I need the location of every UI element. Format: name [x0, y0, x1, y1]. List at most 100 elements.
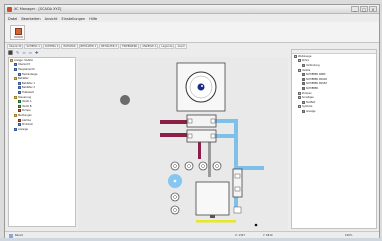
pipe-yellow	[196, 220, 236, 223]
folder-icon	[14, 77, 17, 81]
toolbox-item-icon	[298, 91, 301, 95]
vertical-sensor[interactable]	[232, 168, 243, 198]
tree-item-label: Anlage: SCADA	[14, 58, 33, 62]
vertical-sensor-base	[233, 206, 242, 214]
tree-item-label: Alarme	[22, 118, 31, 122]
tree-item-label: Behälter 1	[22, 81, 35, 85]
toolbox-item-label: Verbindung	[306, 63, 320, 67]
close-button[interactable]: ×	[369, 6, 377, 12]
menu-settings[interactable]: Einstellungen	[62, 17, 86, 21]
toolbox-item-label: Anzeige	[306, 109, 316, 113]
stop-icon[interactable]: ⬛	[8, 50, 13, 55]
tree-item-label: Protokoll	[22, 123, 33, 127]
pipe-red-bottom	[160, 133, 187, 137]
menu-view[interactable]: Ansicht	[45, 17, 58, 21]
toolbox-item-icon	[298, 59, 301, 63]
round-button-6[interactable]	[170, 205, 180, 215]
node-icon	[18, 72, 21, 76]
toolbox-item-label: Rohre	[302, 59, 309, 63]
tree-item-label: Pumpe	[22, 109, 31, 113]
app-logo-icon	[15, 28, 22, 35]
schematic-drawing	[120, 62, 264, 227]
toolbox-item-label: SCHIEBER DN80	[306, 73, 326, 77]
marker-dot	[254, 223, 258, 227]
menu-bar: Datei Bearbeiten Ansicht Einstellungen H…	[5, 15, 379, 22]
folder-icon	[14, 113, 17, 117]
node-icon	[18, 86, 21, 90]
status-text: Bereit	[15, 234, 23, 237]
tree-item-label: Steuerung	[18, 95, 32, 99]
tree-item-label: Ventil B	[22, 104, 32, 108]
toolbox-item-label: Textfeld	[306, 100, 316, 104]
forward-icon[interactable]: ⇨	[29, 50, 32, 55]
round-button-4[interactable]	[212, 161, 222, 171]
ribbon	[5, 22, 379, 43]
tree-item-label: Hauptansicht	[18, 67, 35, 71]
toolbox-item-icon	[298, 105, 301, 109]
active-round-button-dot	[173, 179, 177, 183]
menu-help[interactable]: Hilfe	[89, 17, 97, 21]
toolbox-item-label: Symbole	[302, 105, 313, 109]
pipe-gray-vertical	[208, 141, 211, 177]
node-icon	[18, 81, 21, 85]
node-icon	[18, 123, 21, 127]
folder-icon	[14, 95, 17, 99]
valve-port-right	[210, 118, 216, 124]
toolbox-panel[interactable]: Werkzeuge Rohre Verbindung Ventile SCHIEBER …	[291, 49, 377, 229]
node-icon	[14, 63, 17, 67]
tree-item-label: Anzeige	[18, 127, 28, 131]
gray-sensor[interactable]	[120, 95, 130, 105]
tree-item-label: Übersicht	[18, 63, 30, 67]
toolbox-item-icon	[302, 109, 305, 113]
tree-item[interactable]: Anzeige	[9, 127, 75, 132]
node-icon	[18, 104, 21, 108]
pipe-blue-vertical	[234, 119, 238, 213]
vertical-sensor-port-top	[234, 173, 241, 179]
add-icon[interactable]: ✚	[35, 50, 38, 55]
round-button-3[interactable]	[198, 161, 208, 171]
menu-edit[interactable]: Bearbeiten	[21, 17, 40, 21]
toolbox-tree: Werkzeuge Rohre Verbindung Ventile SCHIEBER …	[292, 54, 376, 114]
pipe-red-top	[160, 120, 187, 124]
valve-port-left	[187, 118, 193, 124]
application-window: XC Manager - [SCADA XYZ] _ □ × Datei Bea…	[4, 4, 380, 240]
node-icon	[14, 67, 17, 71]
app-icon	[7, 7, 12, 12]
back-icon[interactable]: ⇦	[22, 50, 25, 55]
maximize-button[interactable]: □	[360, 6, 368, 12]
round-button-1[interactable]	[170, 161, 180, 171]
status-coord-x: X: 1327	[235, 234, 246, 237]
status-zoom[interactable]: 100%	[345, 234, 352, 237]
node-icon	[18, 100, 21, 104]
ribbon-main-button[interactable]	[10, 25, 25, 40]
node-icon	[18, 109, 21, 113]
tree-item-label: Ventil A	[22, 100, 32, 104]
drawing-canvas[interactable]	[78, 57, 288, 235]
valve-port-left-2	[187, 133, 193, 139]
toolbox-item-icon	[302, 86, 305, 90]
status-coord-y: Y: 4819	[263, 234, 273, 237]
tank-box[interactable]	[195, 181, 230, 216]
ribbon-button-caption	[14, 36, 23, 38]
toolbox-item-icon	[302, 82, 305, 86]
minimize-button[interactable]: _	[351, 6, 359, 12]
round-button-2[interactable]	[184, 161, 194, 171]
toolbox-item-icon	[294, 54, 297, 58]
edit-icon[interactable]: ✎	[16, 50, 19, 55]
disc-center	[197, 83, 205, 91]
valve-port-right-2	[210, 133, 216, 139]
window-title: XC Manager - [SCADA XYZ]	[14, 7, 62, 11]
vertical-sensor-port-bottom	[234, 186, 241, 192]
toolbox-item-icon	[298, 68, 301, 72]
tree-item-label: Tankanzeige	[22, 72, 38, 76]
project-tree-panel[interactable]: Anlage: SCADA Übersicht Hauptansicht Tankan…	[8, 57, 76, 227]
toolbox-item-label: Pumpen	[302, 91, 312, 95]
round-button-5[interactable]	[170, 192, 180, 202]
toolbox-item-icon	[302, 100, 305, 104]
menu-file[interactable]: Datei	[8, 17, 17, 21]
node-icon	[18, 118, 21, 122]
toolbox-item[interactable]: Anzeige	[292, 109, 376, 114]
pipe-red-vertical	[198, 141, 201, 159]
toolbox-item-icon	[302, 77, 305, 81]
disc-highlight	[201, 85, 203, 87]
